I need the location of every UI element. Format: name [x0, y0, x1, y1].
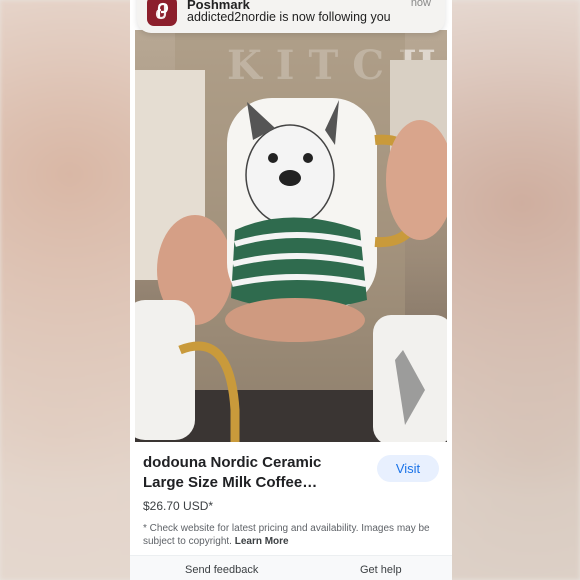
product-title[interactable]: dodouna Nordic Ceramic Large Size Milk C… [143, 453, 365, 493]
visit-button[interactable]: Visit [377, 455, 439, 482]
footer: Send feedback Get help [130, 555, 452, 580]
send-feedback-link[interactable]: Send feedback [185, 564, 258, 576]
product-card: KITCHEN [130, 0, 452, 580]
poshmark-logo-icon [147, 0, 177, 26]
notification-banner[interactable]: Poshmark now addicted2nordie is now foll… [137, 0, 445, 33]
product-price: $26.70 USD* [143, 499, 214, 513]
disclaimer: * Check website for latest pricing and a… [143, 522, 438, 548]
learn-more-link[interactable]: Learn More [235, 536, 289, 547]
notification-message: addicted2nordie is now following you [187, 10, 391, 24]
mug-illustration [135, 30, 447, 442]
get-help-link[interactable]: Get help [360, 564, 402, 576]
poshmark-glyph-icon [155, 2, 169, 20]
notification-time: now [410, 0, 431, 9]
product-image[interactable]: KITCHEN [135, 30, 447, 442]
